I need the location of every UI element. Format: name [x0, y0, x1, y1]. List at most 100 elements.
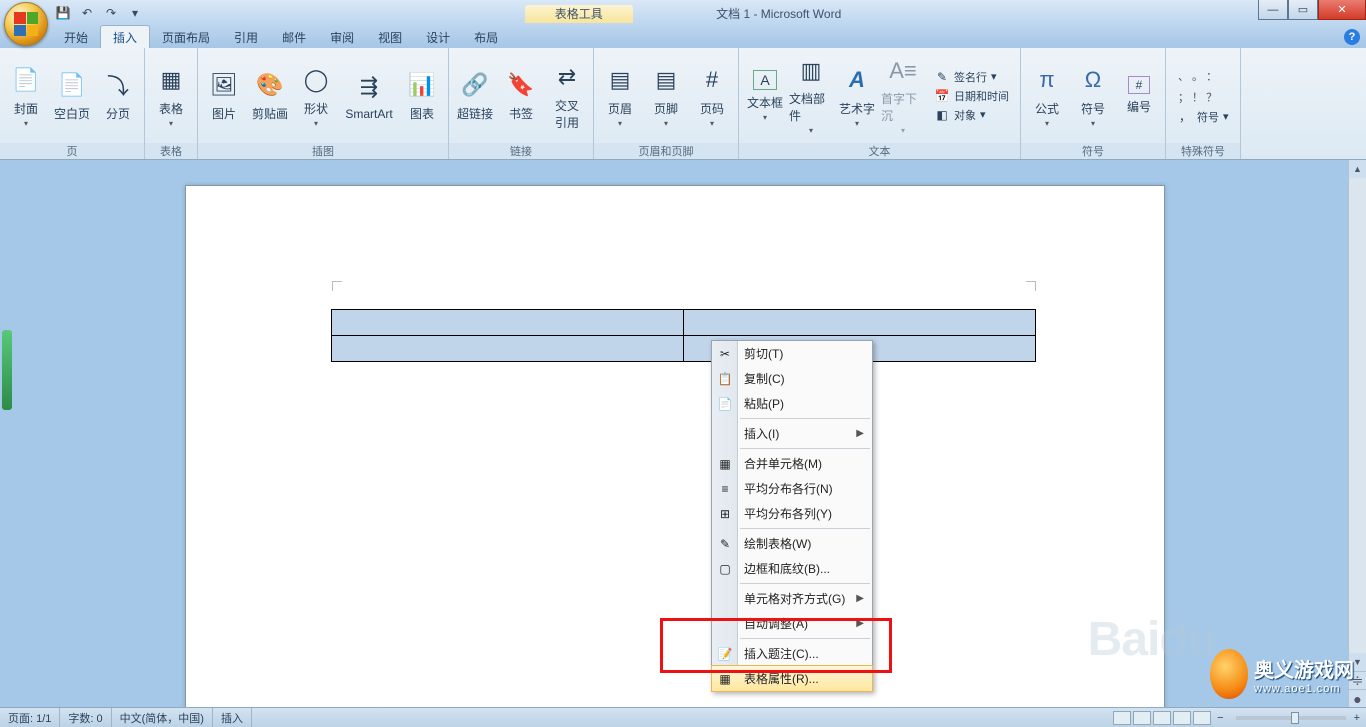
table-cell[interactable]	[684, 310, 1036, 336]
smartart-icon: ⇶	[353, 71, 385, 103]
table-row[interactable]	[332, 310, 1036, 336]
zoom-in-button[interactable]: +	[1354, 712, 1360, 724]
tab-view[interactable]: 视图	[366, 26, 414, 48]
zoom-out-button[interactable]: −	[1217, 712, 1223, 724]
header-button[interactable]: ▤页眉▾	[598, 57, 642, 135]
ctx-autofit[interactable]: 自动调整(A)▶	[712, 611, 872, 636]
ctx-cell-align[interactable]: 单元格对齐方式(G)▶	[712, 586, 872, 611]
quick-parts-button[interactable]: ▥文档部件▾	[789, 57, 833, 135]
header-icon: ▤	[604, 64, 636, 96]
save-button[interactable]: 💾	[52, 2, 74, 24]
wordart-button[interactable]: A艺术字▾	[835, 57, 879, 135]
office-button[interactable]	[4, 2, 48, 46]
dist-cols-icon: ⊞	[716, 505, 734, 523]
close-button[interactable]: ✕	[1318, 0, 1366, 20]
shapes-icon: ◯	[300, 64, 332, 96]
status-language[interactable]: 中文(简体，中国)	[112, 708, 213, 727]
scroll-up-button[interactable]: ▲	[1349, 160, 1366, 178]
help-icon[interactable]: ?	[1344, 29, 1360, 45]
tab-page-layout[interactable]: 页面布局	[150, 26, 222, 48]
more-symbols-button[interactable]: ，符号 ▾	[1174, 108, 1232, 126]
ctx-cut[interactable]: ✂剪切(T)	[712, 341, 872, 366]
tab-table-layout[interactable]: 布局	[462, 26, 510, 48]
page-number-button[interactable]: #页码▾	[690, 57, 734, 135]
smartart-button[interactable]: ⇶SmartArt	[340, 57, 398, 135]
borders-icon: ▢	[716, 560, 734, 578]
tab-insert[interactable]: 插入	[100, 25, 150, 48]
date-icon: 📅	[934, 88, 950, 104]
view-full-screen[interactable]	[1133, 711, 1151, 725]
table-row[interactable]	[332, 336, 1036, 362]
picture-icon: 🖼	[208, 69, 240, 101]
chart-button[interactable]: 📊图表	[400, 57, 444, 135]
status-page[interactable]: 页面: 1/1	[0, 708, 60, 727]
ctx-table-properties[interactable]: ▦表格属性(R)...	[712, 666, 872, 691]
tab-design[interactable]: 设计	[414, 26, 462, 48]
table-cell[interactable]	[332, 310, 684, 336]
wordart-icon: A	[841, 64, 873, 96]
window-controls: — ▭ ✕	[1258, 0, 1366, 20]
baidu-watermark: Baidu	[1088, 612, 1216, 667]
shapes-button[interactable]: ◯形状▾	[294, 57, 338, 135]
page-break-button[interactable]: ⤵分页	[96, 57, 140, 135]
vertical-scrollbar[interactable]: ▲ ▼ ≑●	[1348, 160, 1366, 707]
merge-icon: ▦	[716, 455, 734, 473]
status-word-count[interactable]: 字数: 0	[60, 708, 111, 727]
site-name: 奥义游戏网	[1254, 654, 1354, 683]
clipart-button[interactable]: 🎨剪贴画	[248, 57, 292, 135]
blank-page-button[interactable]: 📄空白页	[50, 57, 94, 135]
cover-page-icon: 📄	[10, 64, 42, 96]
cross-ref-button[interactable]: ⇄交叉 引用	[545, 57, 589, 135]
tab-references[interactable]: 引用	[222, 26, 270, 48]
drop-cap-button[interactable]: A≡首字下沉▾	[881, 57, 925, 135]
ctx-copy[interactable]: 📋复制(C)	[712, 366, 872, 391]
equation-button[interactable]: π公式▾	[1025, 57, 1069, 135]
tab-review[interactable]: 审阅	[318, 26, 366, 48]
object-button[interactable]: ◧对象 ▾	[931, 106, 1012, 124]
cover-page-button[interactable]: 📄封面▾	[4, 57, 48, 135]
bookmark-icon: 🔖	[505, 69, 537, 101]
view-print-layout[interactable]	[1113, 711, 1131, 725]
ctx-insert-caption[interactable]: 📝插入题注(C)...	[712, 641, 872, 666]
ctx-distribute-cols[interactable]: ⊞平均分布各列(Y)	[712, 501, 872, 526]
tab-home[interactable]: 开始	[52, 26, 100, 48]
cross-ref-icon: ⇄	[551, 61, 583, 93]
date-time-button[interactable]: 📅日期和时间	[931, 87, 1012, 105]
tab-mailings[interactable]: 邮件	[270, 26, 318, 48]
ctx-distribute-rows[interactable]: ≡平均分布各行(N)	[712, 476, 872, 501]
table-button[interactable]: ▦表格▾	[149, 57, 193, 135]
textbox-button[interactable]: A文本框▾	[743, 57, 787, 135]
number-button[interactable]: #编号	[1117, 57, 1161, 135]
undo-button[interactable]: ↶	[76, 2, 98, 24]
zoom-thumb[interactable]	[1291, 712, 1299, 724]
chart-icon: 📊	[406, 69, 438, 101]
signature-line-button[interactable]: ✎签名行 ▾	[931, 68, 1012, 86]
redo-button[interactable]: ↷	[100, 2, 122, 24]
status-insert-mode[interactable]: 插入	[213, 708, 252, 727]
more-symbols-icon: ，	[1177, 109, 1193, 125]
picture-button[interactable]: 🖼图片	[202, 57, 246, 135]
ctx-insert[interactable]: 插入(I)▶	[712, 421, 872, 446]
maximize-button[interactable]: ▭	[1288, 0, 1318, 20]
view-web-layout[interactable]	[1153, 711, 1171, 725]
ctx-draw-table[interactable]: ✎绘制表格(W)	[712, 531, 872, 556]
bookmark-button[interactable]: 🔖书签	[499, 57, 543, 135]
view-outline[interactable]	[1173, 711, 1191, 725]
table-cell[interactable]	[332, 336, 684, 362]
view-draft[interactable]	[1193, 711, 1211, 725]
hyperlink-button[interactable]: 🔗超链接	[453, 57, 497, 135]
ctx-borders[interactable]: ▢边框和底纹(B)...	[712, 556, 872, 581]
drop-cap-icon: A≡	[887, 57, 919, 86]
contextual-tab-title: 表格工具	[525, 5, 633, 23]
minimize-button[interactable]: —	[1258, 0, 1288, 20]
margin-mark-icon	[1026, 281, 1036, 291]
ctx-paste[interactable]: 📄粘贴(P)	[712, 391, 872, 416]
ctx-merge-cells[interactable]: ▦合并单元格(M)	[712, 451, 872, 476]
selected-table[interactable]	[331, 309, 1036, 362]
footer-button[interactable]: ▤页脚▾	[644, 57, 688, 135]
symbol-button[interactable]: Ω符号▾	[1071, 57, 1115, 135]
qat-customize[interactable]: ▾	[124, 2, 146, 24]
object-icon: ◧	[934, 107, 950, 123]
zoom-slider[interactable]	[1236, 716, 1346, 720]
page-slider[interactable]	[2, 330, 12, 410]
